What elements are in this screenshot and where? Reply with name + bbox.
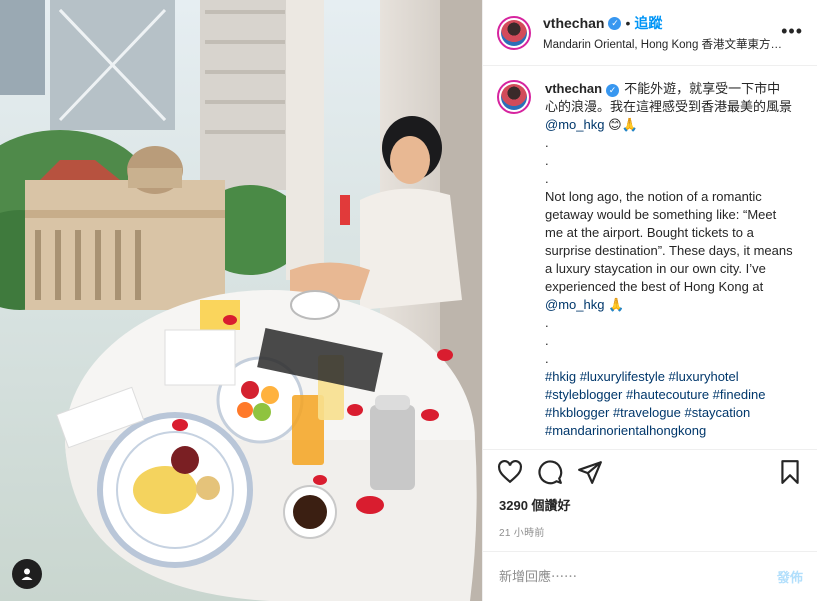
caption-verified-icon: ✓ (606, 83, 620, 97)
caption-username[interactable]: vthechan (545, 81, 602, 96)
bookmark-icon[interactable] (777, 459, 803, 485)
comment-icon[interactable] (537, 459, 563, 485)
more-options-icon[interactable]: ••• (781, 22, 803, 40)
separator-dot: • (625, 15, 631, 31)
post-time[interactable]: 21 小時前 (483, 514, 817, 551)
mention-link[interactable]: @mo_hkg (545, 117, 604, 132)
post-photo[interactable] (0, 0, 482, 601)
location-link[interactable]: Mandarin Oriental, Hong Kong 香港文華東方… (543, 36, 803, 52)
post-comment-button[interactable]: 發佈 (777, 567, 803, 586)
action-bar (483, 449, 817, 493)
author-username[interactable]: vthechan (543, 15, 604, 31)
like-count[interactable]: 3290 個讚好 (483, 493, 817, 514)
mention-link-2[interactable]: @mo_hkg (545, 297, 604, 312)
heart-icon[interactable] (497, 459, 523, 485)
user-tag-button[interactable] (12, 559, 42, 589)
author-avatar[interactable] (497, 15, 531, 50)
user-tag-icon (21, 568, 33, 580)
caption-area: vthechan ✓ 不能外遊，就享受一下市中心的浪漫。我在這裡感受到香港最美的風景… (483, 66, 817, 449)
share-icon[interactable] (577, 459, 603, 485)
instagram-post: vthechan ✓ • 追蹤 Mandarin Oriental, Hong … (0, 0, 817, 601)
follow-button[interactable]: 追蹤 (634, 13, 662, 33)
caption-text: vthechan ✓ 不能外遊，就享受一下市中心的浪漫。我在這裡感受到香港最美的風景… (545, 80, 793, 449)
comment-input[interactable] (497, 568, 777, 585)
comment-bar: 發佈 (483, 551, 817, 601)
post-sidebar: vthechan ✓ • 追蹤 Mandarin Oriental, Hong … (482, 0, 817, 601)
post-header: vthechan ✓ • 追蹤 Mandarin Oriental, Hong … (483, 0, 817, 66)
hashtags[interactable]: #hkig #luxurylifestyle #luxuryhotel #sty… (545, 369, 769, 438)
caption-avatar[interactable] (497, 80, 531, 114)
photo-illustration (0, 0, 482, 601)
header-text: vthechan ✓ • 追蹤 Mandarin Oriental, Hong … (543, 13, 805, 52)
caption-part-2: 😊🙏 . . . Not long ago, the notion of a r… (545, 117, 793, 294)
header-row: vthechan ✓ • 追蹤 (543, 13, 805, 33)
verified-badge-icon: ✓ (608, 16, 622, 30)
